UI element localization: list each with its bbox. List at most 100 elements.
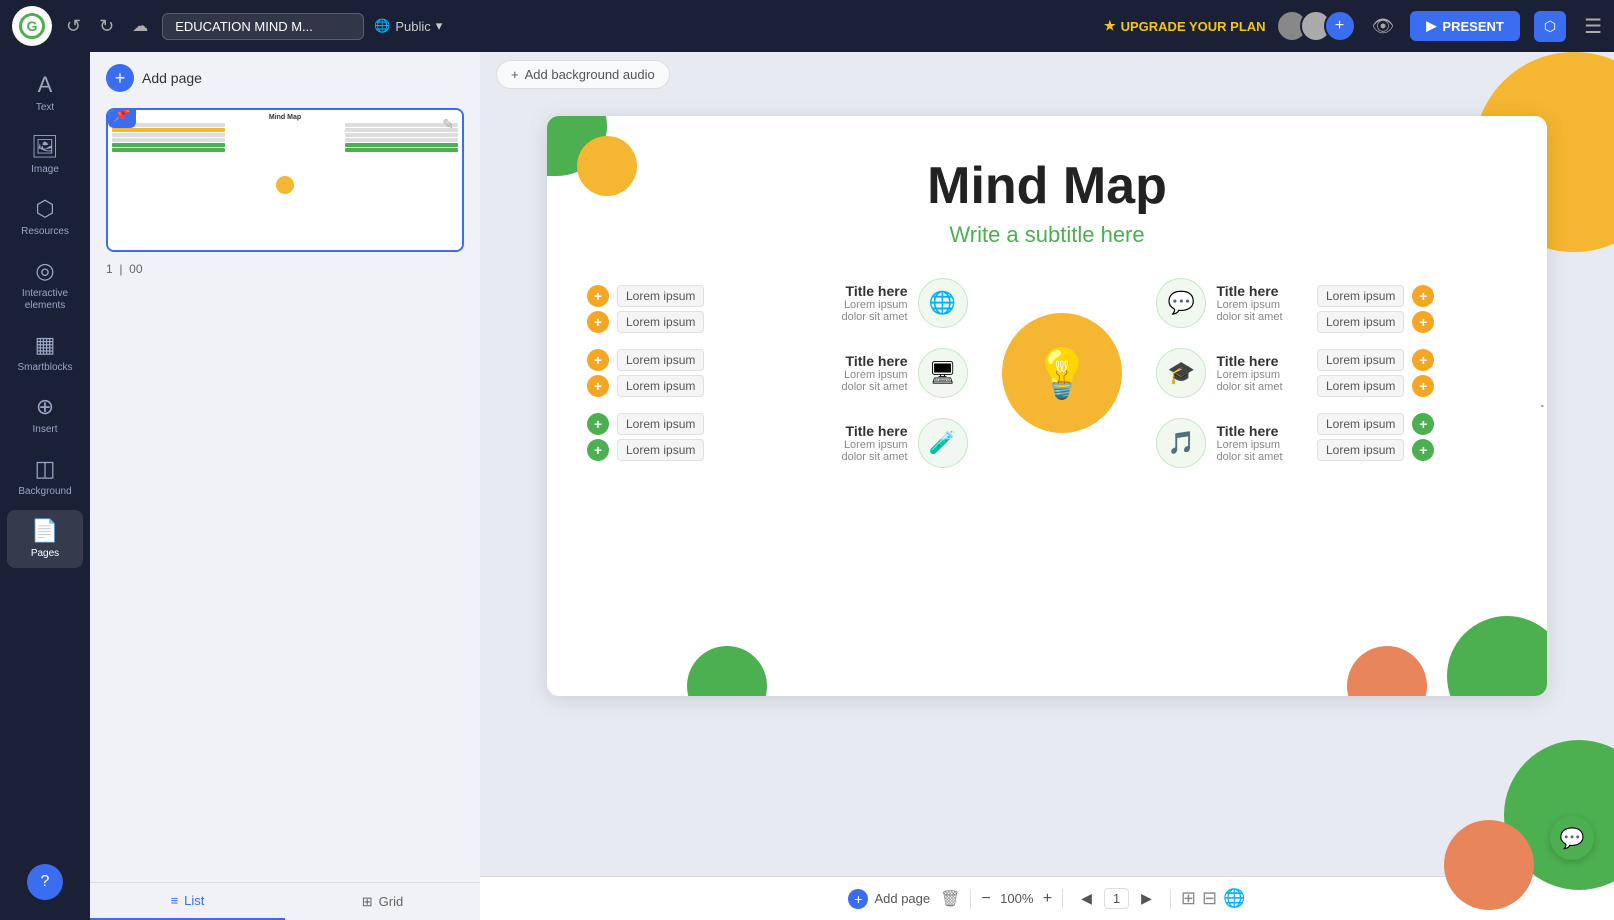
mindmap-right: Lorem ipsum + Lorem ipsum + Lorem ips <box>1317 285 1507 461</box>
tab-list[interactable]: ≡ List <box>90 883 285 920</box>
redo-button[interactable]: ↻ <box>95 12 118 41</box>
undo-button[interactable]: ↺ <box>62 12 85 41</box>
slide-thumbnail[interactable]: 📌 Mind Map <box>106 108 464 252</box>
plus-r-orange-3[interactable]: + <box>1412 349 1434 371</box>
mindmap-layout: + Lorem ipsum + Lorem ipsum + <box>587 278 1507 468</box>
mini-title: Mind Map <box>112 114 458 121</box>
page-number: 1 <box>1104 888 1129 909</box>
plus-r-orange-2[interactable]: + <box>1412 311 1434 333</box>
next-page-button[interactable]: ▶ <box>1133 886 1160 911</box>
plus-green-1[interactable]: + <box>587 413 609 435</box>
branch-title-1: Title here <box>841 283 907 299</box>
pin-icon: 📌 <box>108 108 136 128</box>
slide-thumb-content: Mind Map <box>108 110 462 250</box>
prev-page-button[interactable]: ◀ <box>1073 886 1100 911</box>
plus-r-green-1[interactable]: + <box>1412 413 1434 435</box>
slide-canvas: Mind Map Write a subtitle here + Lorem i… <box>547 116 1547 696</box>
zoom-out-button[interactable]: − <box>981 890 990 908</box>
branch-left-1-info: Title here Lorem ipsumdolor sit amet <box>841 283 907 323</box>
chatbot-button[interactable]: 💬 <box>1550 816 1594 860</box>
trash-button[interactable]: 🗑 <box>940 889 960 909</box>
slide-time-value: 00 <box>129 262 142 276</box>
help-button[interactable]: ? <box>27 864 63 900</box>
plus-orange-1[interactable]: + <box>587 285 609 307</box>
logo[interactable] <box>12 6 52 46</box>
plus-r-orange-1[interactable]: + <box>1412 285 1434 307</box>
left-sidebar: A Text 🖼 Image ⬡ Resources ◎ Interactive… <box>0 52 90 920</box>
globe-view-button[interactable]: 🌐 <box>1223 888 1245 909</box>
right-group-3: Lorem ipsum + Lorem ipsum + <box>1317 413 1507 461</box>
logo-icon <box>19 13 45 39</box>
slide-edit-icon[interactable]: ✎ <box>442 116 454 133</box>
plus-r-green-2[interactable]: + <box>1412 439 1434 461</box>
sidebar-item-smartblocks[interactable]: ▦ Smartblocks <box>7 324 83 382</box>
zoom-in-button[interactable]: + <box>1043 890 1052 908</box>
present-button[interactable]: ▶ PRESENT <box>1410 11 1519 41</box>
sidebar-item-pages[interactable]: 📄 Pages <box>7 510 83 568</box>
visibility-button[interactable]: 🌐 Public ▾ <box>374 18 442 34</box>
branch-desc-2: Lorem ipsumdolor sit amet <box>841 369 907 393</box>
chevron-down-icon: ▾ <box>436 18 443 34</box>
right-text-3: Lorem ipsum <box>1317 349 1404 371</box>
branch-right-1-info: Title here Lorem ipsumdolor sit amet <box>1216 283 1282 323</box>
plus-r-orange-4[interactable]: + <box>1412 375 1434 397</box>
slide-subtitle: Write a subtitle here <box>587 222 1507 248</box>
slides-panel: + Add page 📌 Mind Map <box>90 52 480 920</box>
add-page-button[interactable]: + Add page <box>106 64 202 92</box>
slide-number-value: 1 <box>106 262 113 276</box>
sidebar-item-background[interactable]: ◫ Background <box>7 448 83 506</box>
canvas-scroll[interactable]: Mind Map Write a subtitle here + Lorem i… <box>480 96 1614 876</box>
columns-view-button[interactable]: ⊟ <box>1202 888 1217 909</box>
mini-slide: Mind Map <box>108 110 462 250</box>
left-item-1: + Lorem ipsum <box>587 285 807 307</box>
share-button[interactable]: ⬡ <box>1534 11 1566 42</box>
zoom-level: 100% <box>997 891 1037 906</box>
plus-orange-2[interactable]: + <box>587 311 609 333</box>
branch-left-2-info: Title here Lorem ipsumdolor sit amet <box>841 353 907 393</box>
right-item-4: Lorem ipsum + <box>1317 375 1507 397</box>
plus-orange-4[interactable]: + <box>587 375 609 397</box>
doc-name-input[interactable] <box>162 13 364 40</box>
view-buttons: ⊞ ⊟ 🌐 <box>1181 888 1246 909</box>
sidebar-item-interactive[interactable]: ◎ Interactive elements <box>7 250 83 320</box>
sidebar-label-background: Background <box>18 486 71 498</box>
add-audio-button[interactable]: + Add background audio <box>496 60 670 89</box>
left-item-4: + Lorem ipsum <box>587 375 807 397</box>
plus-green-2[interactable]: + <box>587 439 609 461</box>
branch-left-3-info: Title here Lorem ipsumdolor sit amet <box>841 423 907 463</box>
three-dots-vertical[interactable]: ⋮ <box>1537 396 1547 416</box>
right-text-6: Lorem ipsum <box>1317 439 1404 461</box>
sidebar-item-image[interactable]: 🖼 Image <box>7 126 83 184</box>
preview-button[interactable]: 👁 <box>1372 16 1395 37</box>
left-text-6: Lorem ipsum <box>617 439 704 461</box>
interactive-icon: ◎ <box>35 258 54 284</box>
tab-grid[interactable]: ⊞ Grid <box>285 883 480 920</box>
text-icon: A <box>38 72 53 98</box>
branch-title-3: Title here <box>841 423 907 439</box>
add-collaborator-button[interactable]: + <box>1324 10 1356 42</box>
nav-controls: ◀ 1 ▶ <box>1073 886 1160 911</box>
sidebar-item-text[interactable]: A Text <box>7 64 83 122</box>
mindmap-left: + Lorem ipsum + Lorem ipsum + <box>587 285 807 461</box>
zoom-controls: − 100% + <box>981 890 1052 908</box>
sidebar-item-resources[interactable]: ⬡ Resources <box>7 188 83 246</box>
slide-title: Mind Map <box>587 156 1507 216</box>
pages-icon: 📄 <box>31 518 58 544</box>
smartblocks-icon: ▦ <box>35 332 56 358</box>
plus-orange-3[interactable]: + <box>587 349 609 371</box>
menu-button[interactable]: ☰ <box>1584 14 1602 39</box>
sidebar-item-insert[interactable]: ⊕ Insert <box>7 386 83 444</box>
visibility-label: Public <box>395 19 430 34</box>
resources-icon: ⬡ <box>35 196 54 222</box>
background-icon: ◫ <box>35 456 56 482</box>
bottom-add-page-button[interactable]: + Add page <box>848 889 930 909</box>
right-text-5: Lorem ipsum <box>1317 413 1404 435</box>
mini-bar-yellow <box>112 128 225 132</box>
divider-1 <box>970 889 971 909</box>
center-branches-right: 💬 Title here Lorem ipsumdolor sit amet 🎓… <box>1156 278 1282 468</box>
branch-desc-r2: Lorem ipsumdolor sit amet <box>1216 369 1282 393</box>
grid-view-button[interactable]: ⊞ <box>1181 888 1196 909</box>
star-icon: ★ <box>1104 18 1116 34</box>
upgrade-button[interactable]: ★ UPGRADE YOUR PLAN <box>1104 18 1266 34</box>
right-item-5: Lorem ipsum + <box>1317 413 1507 435</box>
